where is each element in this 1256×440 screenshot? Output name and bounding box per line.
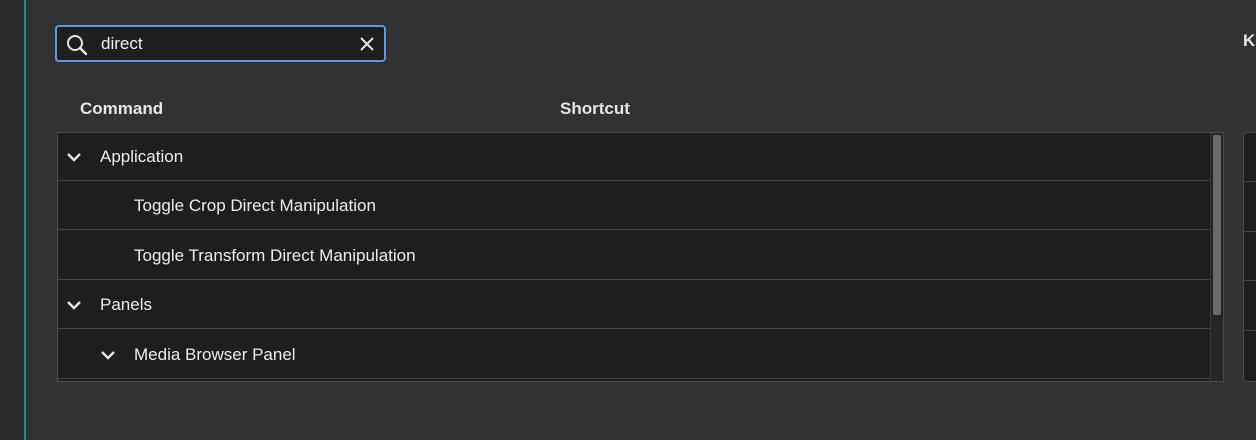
table-row-group[interactable]: Panels bbox=[58, 281, 1212, 329]
chevron-down-icon[interactable] bbox=[100, 347, 116, 363]
row-label: Media Browser Panel bbox=[134, 345, 296, 364]
scrollbar-thumb[interactable] bbox=[1213, 135, 1221, 315]
vertical-scrollbar[interactable] bbox=[1210, 133, 1223, 381]
left-panel-edge bbox=[0, 0, 24, 440]
chevron-down-icon[interactable] bbox=[66, 297, 82, 313]
chevron-down-icon[interactable] bbox=[66, 149, 82, 165]
search-icon bbox=[66, 34, 88, 56]
keyboard-label-partial: Ke bbox=[1243, 31, 1256, 50]
column-header-shortcut[interactable]: Shortcut bbox=[560, 99, 630, 119]
row-label: Toggle Transform Direct Manipulation bbox=[134, 246, 416, 265]
table-row[interactable]: Toggle Transform Direct Manipulation bbox=[58, 232, 1212, 280]
table-row-group[interactable]: Application bbox=[58, 133, 1212, 181]
table-row[interactable]: Toggle Crop Direct Manipulation bbox=[58, 182, 1212, 230]
row-label: Toggle Crop Direct Manipulation bbox=[134, 196, 376, 215]
search-box[interactable] bbox=[55, 25, 386, 62]
row-label: Panels bbox=[100, 295, 152, 314]
key-panel-partial bbox=[1243, 132, 1256, 382]
row-label: Application bbox=[100, 147, 184, 166]
close-icon[interactable] bbox=[358, 35, 376, 53]
column-header-command[interactable]: Command bbox=[80, 99, 163, 119]
search-input[interactable] bbox=[101, 31, 351, 57]
shortcuts-table: Application Toggle Crop Direct Manipulat… bbox=[57, 132, 1224, 382]
table-row-group[interactable]: Media Browser Panel bbox=[58, 331, 1212, 379]
panel-divider[interactable] bbox=[24, 0, 26, 440]
